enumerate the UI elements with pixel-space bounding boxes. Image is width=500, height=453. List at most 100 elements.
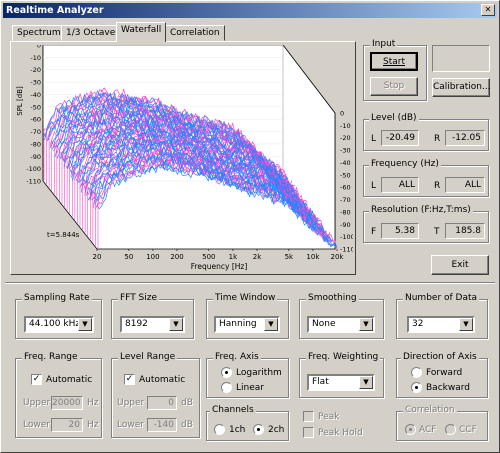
close-icon[interactable]: ✕ — [481, 4, 495, 16]
x-tick-label: 5k — [285, 253, 294, 261]
x-tick-label: 20k — [331, 253, 345, 261]
input-group-label: Input — [370, 39, 398, 49]
x-tick-label: 2k — [253, 253, 262, 261]
depth-tick-label: -80 — [340, 208, 351, 216]
freq-upper-label: Upper — [23, 398, 51, 408]
peak-hold-checkbox[interactable] — [303, 427, 314, 438]
sampling-rate-label: Sampling Rate — [22, 293, 92, 303]
direction-forward-label: Forward — [426, 368, 463, 378]
y-tick-label: -60 — [30, 116, 41, 124]
resolution-t-label: T — [434, 227, 440, 237]
y-tick-label: -50 — [30, 103, 41, 111]
x-tick-label: 50 — [124, 253, 133, 261]
freq-axis-linear-radio[interactable] — [221, 382, 232, 393]
chevron-down-icon: ▼ — [359, 318, 373, 331]
y-axis-ticks: 0 -10 -20 -30 -40 -50 -60 -70 -80 -90 -100 -110 — [26, 45, 41, 186]
direction-label: Direction of Axis — [401, 352, 479, 362]
correlation-ccf-radio[interactable] — [445, 424, 456, 435]
chevron-down-icon: ▼ — [78, 318, 92, 331]
tab-one-third-octave[interactable]: 1/3 Octave — [61, 25, 121, 41]
x-tick-label: 10k — [306, 253, 320, 261]
freq-range-automatic-checkbox[interactable]: ✓ — [31, 374, 42, 385]
smoothing-select[interactable]: None ▼ — [307, 316, 375, 333]
level-l-value: -20.49 — [381, 130, 419, 146]
tab-waterfall[interactable]: Waterfall — [116, 22, 167, 42]
depth-tick-label: 0 — [340, 110, 344, 118]
sampling-rate-select[interactable]: 44.100 kHz ▼ — [24, 316, 94, 333]
frequency-l-label: L — [371, 181, 377, 191]
calibration-button[interactable]: Calibration... — [432, 78, 491, 97]
freq-lower-input[interactable]: 20 — [51, 418, 83, 432]
freq-lower-label: Lower — [23, 420, 50, 430]
freq-weighting-select[interactable]: Flat ▼ — [307, 374, 375, 391]
correlation-ccf-label: CCF — [459, 425, 477, 435]
x-axis-label: Frequency [Hz] — [191, 262, 248, 271]
frequency-r-label: R — [434, 181, 441, 191]
number-of-data-label: Number of Data — [403, 293, 480, 303]
chevron-down-icon: ▼ — [359, 376, 373, 389]
y-axis-label: SPL [dB] — [16, 86, 24, 116]
y-tick-label: -100 — [26, 165, 41, 173]
fft-size-label: FFT Size — [118, 293, 160, 303]
freq-axis-logarithm-label: Logarithm — [236, 368, 282, 378]
frequency-group-label: Frequency (Hz) — [369, 159, 441, 169]
direction-forward-radio[interactable] — [411, 367, 422, 378]
freq-range-label: Freq. Range — [22, 352, 80, 362]
resolution-group-label: Resolution (F:Hz,T:ms) — [369, 205, 473, 215]
level-r-label: R — [434, 134, 441, 144]
depth-tick-label: -30 — [340, 147, 351, 155]
title-bar[interactable]: Realtime Analyzer ✕ — [3, 3, 497, 18]
channels-1ch-radio[interactable] — [214, 424, 225, 435]
resolution-t-value: 185.8 — [445, 223, 485, 239]
exit-button[interactable]: Exit — [431, 255, 489, 275]
chevron-down-icon: ▼ — [169, 318, 183, 331]
depth-tick-label: -90 — [340, 221, 351, 229]
x-tick-label: 200 — [170, 253, 183, 261]
chevron-down-icon: ▼ — [264, 318, 278, 331]
freq-upper-input[interactable]: 20000 — [51, 396, 83, 410]
depth-tick-label: -10 — [340, 122, 351, 130]
resolution-f-value: 5.38 — [381, 223, 419, 239]
level-lower-input[interactable]: -140 — [147, 418, 177, 432]
channels-1ch-label: 1ch — [229, 425, 246, 435]
start-button[interactable]: Start — [370, 52, 418, 71]
waterfall-chart: 0 -10 -20 -30 -40 -50 -60 -70 -80 -90 -100 -110 0 -1… — [16, 45, 353, 271]
peak-checkbox[interactable] — [303, 411, 314, 422]
freq-lower-unit: Hz — [87, 420, 99, 430]
channels-2ch-radio[interactable] — [253, 424, 264, 435]
level-range-automatic-checkbox[interactable]: ✓ — [124, 374, 135, 385]
frequency-r-value: ALL — [445, 177, 485, 193]
y-tick-label: -40 — [30, 91, 41, 99]
resolution-f-label: F — [371, 227, 377, 237]
depth-tick-label: -100 — [340, 233, 353, 241]
fft-size-select[interactable]: 8192 ▼ — [120, 316, 185, 333]
freq-upper-unit: Hz — [87, 398, 99, 408]
tab-correlation[interactable]: Correlation — [165, 25, 225, 41]
x-tick-label: 20 — [93, 253, 102, 261]
channels-2ch-label: 2ch — [268, 425, 285, 435]
freq-axis-label: Freq. Axis — [213, 352, 261, 362]
level-upper-input[interactable]: 0 — [147, 396, 177, 410]
correlation-acf-radio[interactable] — [405, 424, 416, 435]
tab-spectrum[interactable]: Spectrum — [12, 25, 66, 41]
depth-tick-label: -60 — [340, 184, 351, 192]
level-l-label: L — [371, 134, 377, 144]
level-range-automatic-label: Automatic — [139, 375, 186, 385]
number-of-data-select[interactable]: 32 ▼ — [407, 316, 475, 333]
stop-button[interactable]: Stop — [370, 77, 418, 96]
depth-tick-label: -70 — [340, 196, 351, 204]
level-upper-label: Upper — [117, 398, 145, 408]
smoothing-label: Smoothing — [306, 293, 359, 303]
time-window-select[interactable]: Hanning ▼ — [214, 316, 280, 333]
level-lower-unit: dB — [181, 420, 193, 430]
y-tick-label: -110 — [26, 178, 41, 186]
direction-backward-label: Backward — [426, 383, 470, 393]
freq-range-automatic-label: Automatic — [46, 375, 93, 385]
depth-axis-ticks: 0-10-20-30-40-50-60-70-80-90-100-110 — [340, 110, 353, 254]
x-tick-label: 1k — [229, 253, 238, 261]
app-window: Realtime Analyzer ✕ Spectrum 1/3 Octave … — [0, 0, 500, 453]
freq-axis-logarithm-radio[interactable] — [221, 367, 232, 378]
correlation-acf-label: ACF — [419, 425, 437, 435]
y-tick-label: -30 — [30, 79, 41, 87]
direction-backward-radio[interactable] — [411, 382, 422, 393]
